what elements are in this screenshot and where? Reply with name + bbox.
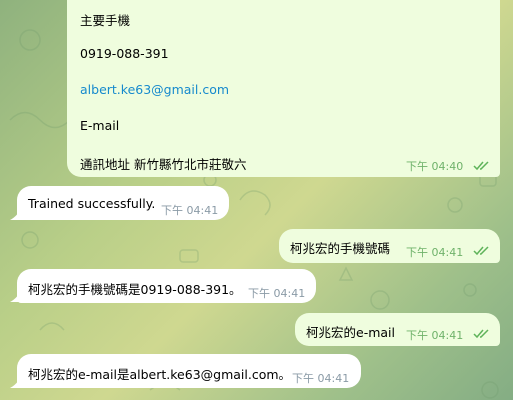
message-text: 柯兆宏的e-mail: [306, 325, 395, 340]
read-check-icon: [473, 329, 489, 339]
contact-card-line-email-label: E-mail: [80, 118, 120, 133]
contact-card-line-primary-phone-label: 主要手機: [80, 13, 131, 28]
message-time: 下午 04:41: [292, 372, 350, 385]
contact-card-line-phone[interactable]: 0919-088-391: [80, 46, 169, 61]
message-time: 下午 04:41: [406, 329, 464, 342]
outgoing-message-bubble[interactable]: 柯兆宏的手機號碼 下午 04:41: [279, 229, 500, 263]
message-text: Trained successfully.: [28, 196, 156, 211]
message-time: 下午 04:41: [248, 287, 306, 300]
outgoing-message-bubble[interactable]: 柯兆宏的e-mail 下午 04:41: [295, 313, 500, 346]
contact-card-line-address: 通訊地址 新竹縣竹北市莊敬六: [80, 157, 247, 172]
incoming-message-bubble[interactable]: 柯兆宏的手機號碼是0919-088-391。 下午 04:41: [17, 269, 316, 303]
read-check-icon: [473, 246, 489, 256]
incoming-message-bubble[interactable]: Trained successfully. 下午 04:41: [17, 186, 229, 220]
message-text: 柯兆宏的e-mail是albert.ke63@gmail.com。: [28, 367, 292, 382]
read-check-icon: [473, 161, 489, 171]
incoming-message-bubble[interactable]: 柯兆宏的e-mail是albert.ke63@gmail.com。 下午 04:…: [17, 354, 361, 388]
message-text: 柯兆宏的手機號碼是0919-088-391。: [28, 282, 242, 297]
contact-card-bubble[interactable]: 主要手機 0919-088-391 albert.ke63@gmail.com …: [67, 0, 500, 177]
message-time: 下午 04:41: [406, 246, 464, 259]
message-text: 柯兆宏的手機號碼: [290, 241, 391, 256]
contact-card-line-email-link[interactable]: albert.ke63@gmail.com: [80, 82, 229, 97]
message-time: 下午 04:41: [161, 204, 219, 217]
message-time: 下午 04:40: [406, 160, 464, 173]
